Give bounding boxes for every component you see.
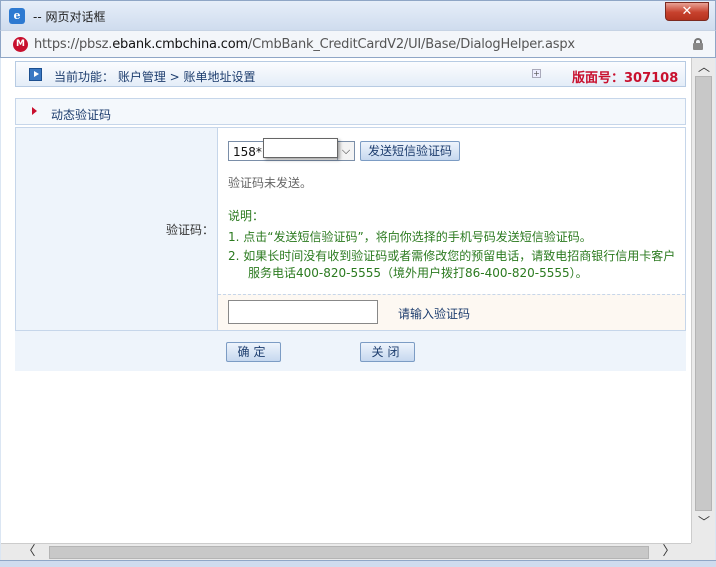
dropdown-popup[interactable]	[263, 138, 338, 158]
action-bar: 确定 关闭	[15, 331, 686, 371]
url-path: /CmbBank_CreditCardV2/UI/Base/DialogHelp…	[247, 37, 575, 52]
ok-button[interactable]: 确定	[226, 342, 281, 362]
version-number: 版面号：307108	[572, 71, 679, 86]
vertical-scroll-thumb[interactable]	[695, 76, 712, 511]
nav-arrow-icon	[29, 68, 42, 81]
send-sms-button[interactable]: 发送短信验证码	[360, 141, 460, 161]
window-close-button[interactable]: ✕	[665, 2, 709, 21]
cmb-logo-icon: M	[13, 37, 28, 52]
chevron-down-icon[interactable]: ⌵	[337, 142, 354, 160]
ie-icon: e	[9, 8, 25, 24]
triangle-bullet-icon	[32, 107, 37, 115]
scroll-right-icon[interactable]: 〉	[661, 544, 677, 561]
scroll-corner	[691, 543, 715, 560]
code-hint: 请输入验证码	[398, 307, 471, 321]
phone-value: 158*	[233, 145, 262, 159]
section-header: 动态验证码	[15, 98, 686, 125]
scroll-down-icon[interactable]: ﹀	[697, 515, 711, 529]
page-header: 当前功能： 账户管理 > 账单地址设置 + 版面号：307108	[15, 61, 686, 87]
verification-form: 验证码： 158* ⌵ 发送短信验证码 验证码未发送。 说明： 1. 点击“发送…	[15, 127, 686, 331]
note-line-2: 2. 如果长时间没有收到验证码或者需修改您的预留电话，请致电招商银行信用卡客户	[228, 249, 676, 263]
section-title: 动态验证码	[51, 108, 112, 122]
url-host: ebank.cmbchina.com	[112, 37, 248, 52]
verification-code-input[interactable]	[228, 300, 378, 324]
window-frame-bottom	[0, 560, 716, 567]
note-line-1: 1. 点击“发送短信验证码”，将向你选择的手机号码发送短信验证码。	[228, 230, 592, 244]
expand-icon[interactable]: +	[532, 69, 541, 78]
breadcrumb: 当前功能： 账户管理 > 账单地址设置	[54, 70, 256, 84]
scroll-left-icon[interactable]: 〈	[21, 544, 37, 561]
code-row: 请输入验证码	[218, 294, 685, 330]
horizontal-scroll-thumb[interactable]	[49, 546, 649, 559]
note-title: 说明：	[228, 209, 265, 223]
url-prefix: https://pbsz.	[34, 37, 113, 52]
close-button[interactable]: 关闭	[360, 342, 415, 362]
vertical-scrollbar[interactable]: ︿ ﹀	[691, 58, 715, 543]
field-label: 验证码：	[165, 223, 214, 237]
scroll-up-icon[interactable]: ︿	[697, 60, 711, 74]
value-cell: 158* ⌵ 发送短信验证码 验证码未发送。 说明： 1. 点击“发送短信验证码…	[218, 128, 685, 294]
label-cell: 验证码：	[16, 128, 218, 330]
status-text: 验证码未发送。	[228, 176, 313, 190]
window-title: -- 网页对话框	[33, 10, 106, 24]
address-bar: M https://pbsz.ebank.cmbchina.com/CmbBan…	[0, 30, 716, 58]
note-line-3: 服务电话400-820-5555（境外用户拨打86-400-820-5555）。	[248, 266, 588, 280]
dialog-content: 当前功能： 账户管理 > 账单地址设置 + 版面号：307108 动态验证码 验…	[1, 58, 691, 543]
title-bar: e -- 网页对话框 ✕	[0, 0, 716, 30]
lock-icon	[693, 38, 703, 50]
url-text: https://pbsz.ebank.cmbchina.com/CmbBank_…	[34, 37, 575, 52]
horizontal-scrollbar[interactable]: 〈 〉	[1, 543, 691, 560]
